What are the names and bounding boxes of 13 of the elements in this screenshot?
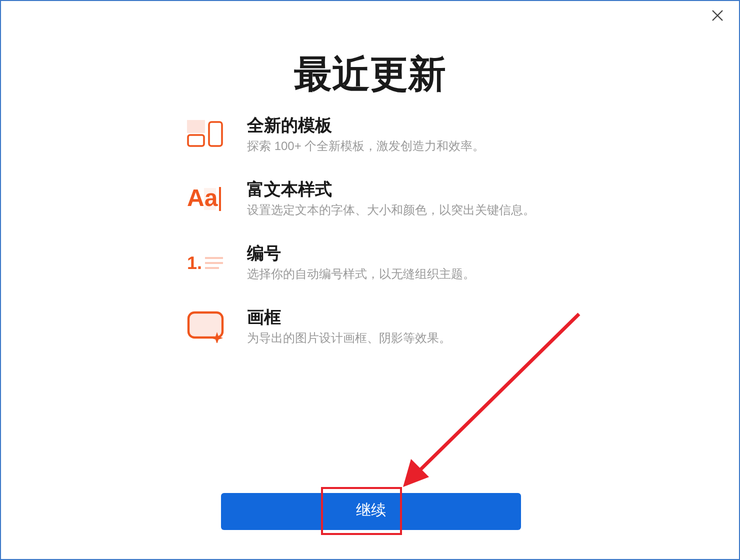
feature-title: 富文本样式 bbox=[247, 179, 333, 201]
frame-icon bbox=[187, 311, 225, 343]
feature-description: 选择你的自动编号样式，以无缝组织主题。 bbox=[247, 266, 475, 283]
dialog-title: 最近更新 bbox=[294, 51, 446, 97]
feature-description: 为导出的图片设计画框、阴影等效果。 bbox=[247, 330, 451, 347]
close-icon bbox=[712, 10, 722, 20]
feature-title: 画框 bbox=[247, 307, 282, 329]
templates-icon bbox=[187, 120, 225, 150]
feature-title: 全新的模板 bbox=[247, 115, 333, 137]
continue-button[interactable]: 继续 bbox=[221, 493, 521, 530]
feature-title: 编号 bbox=[247, 243, 282, 265]
feature-description: 设置选定文本的字体、大小和颜色，以突出关键信息。 bbox=[247, 202, 535, 219]
feature-description: 探索 100+ 个全新模板，激发创造力和效率。 bbox=[247, 138, 485, 155]
